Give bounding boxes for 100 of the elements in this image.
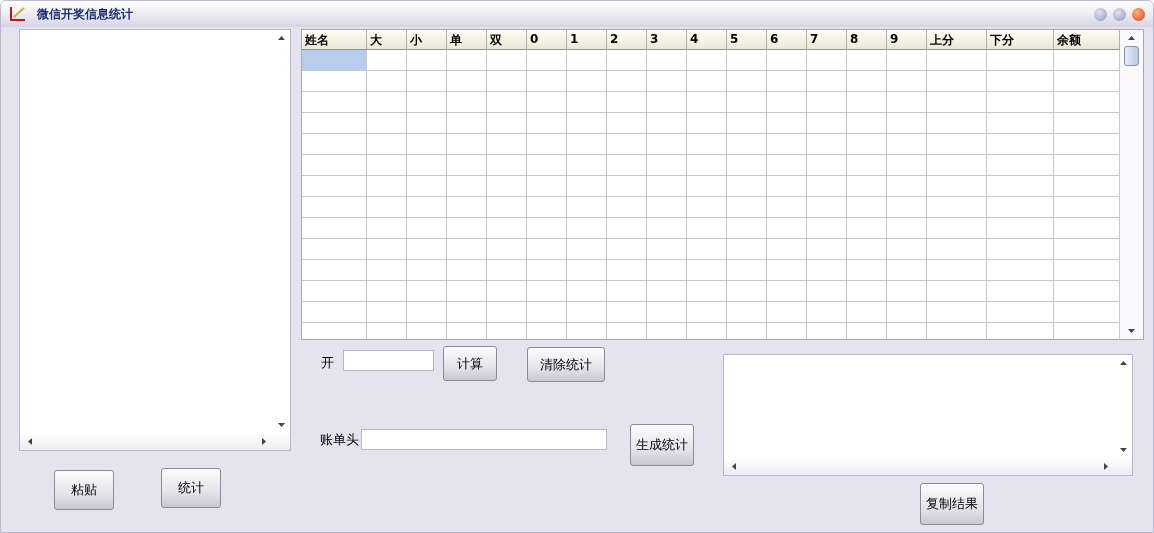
table-cell[interactable] <box>647 197 687 218</box>
table-cell[interactable] <box>567 239 607 260</box>
table-cell[interactable] <box>302 197 367 218</box>
table-cell[interactable] <box>447 302 487 323</box>
table-cell[interactable] <box>887 176 927 197</box>
table-cell[interactable] <box>407 239 447 260</box>
table-cell[interactable] <box>487 50 527 71</box>
table-cell[interactable] <box>647 50 687 71</box>
table-cell[interactable] <box>687 71 727 92</box>
table-cell[interactable] <box>447 113 487 134</box>
table-cell[interactable] <box>807 92 847 113</box>
table-cell[interactable] <box>567 155 607 176</box>
table-cell[interactable] <box>487 176 527 197</box>
table-cell[interactable] <box>767 155 807 176</box>
generate-stats-button[interactable]: 生成统计 <box>630 424 694 466</box>
table-cell[interactable] <box>727 155 767 176</box>
table-cell[interactable] <box>647 176 687 197</box>
table-cell[interactable] <box>887 113 927 134</box>
table-cell[interactable] <box>487 113 527 134</box>
table-cell[interactable] <box>567 218 607 239</box>
table-cell[interactable] <box>767 134 807 155</box>
table-cell[interactable] <box>887 50 927 71</box>
bill-header-input[interactable] <box>361 429 607 450</box>
table-cell[interactable] <box>987 218 1054 239</box>
table-cell[interactable] <box>847 71 887 92</box>
table-cell[interactable] <box>647 260 687 281</box>
table-cell[interactable] <box>367 176 407 197</box>
table-cell[interactable] <box>927 218 987 239</box>
table-cell[interactable] <box>302 134 367 155</box>
table-cell[interactable] <box>567 176 607 197</box>
table-cell[interactable] <box>647 239 687 260</box>
table-cell[interactable] <box>887 281 927 302</box>
table-cell[interactable] <box>647 281 687 302</box>
table-cell[interactable] <box>687 260 727 281</box>
table-cell[interactable] <box>727 197 767 218</box>
table-cell[interactable] <box>367 302 407 323</box>
table-cell[interactable] <box>367 239 407 260</box>
table-cell[interactable] <box>567 113 607 134</box>
table-cell[interactable] <box>727 71 767 92</box>
table-cell[interactable] <box>687 92 727 113</box>
table-cell[interactable] <box>367 260 407 281</box>
table-cell[interactable] <box>302 71 367 92</box>
table-cell[interactable] <box>302 302 367 323</box>
table-cell[interactable] <box>727 281 767 302</box>
column-header[interactable]: 8 <box>847 30 887 50</box>
table-cell[interactable] <box>767 92 807 113</box>
result-text-area[interactable] <box>723 354 1133 476</box>
table-cell[interactable] <box>887 260 927 281</box>
table-cell[interactable] <box>567 197 607 218</box>
column-header[interactable]: 9 <box>887 30 927 50</box>
table-cell[interactable] <box>487 260 527 281</box>
table-cell[interactable] <box>487 71 527 92</box>
table-cell[interactable] <box>447 134 487 155</box>
table-cell[interactable] <box>767 176 807 197</box>
table-cell[interactable] <box>767 260 807 281</box>
column-header[interactable]: 下分 <box>987 30 1054 50</box>
table-cell[interactable] <box>807 113 847 134</box>
table-cell[interactable] <box>767 281 807 302</box>
table-cell[interactable] <box>407 155 447 176</box>
table-cell[interactable] <box>987 260 1054 281</box>
table-cell[interactable] <box>487 134 527 155</box>
table-cell[interactable] <box>367 281 407 302</box>
table-cell[interactable] <box>407 134 447 155</box>
table-cell[interactable] <box>847 176 887 197</box>
table-cell[interactable] <box>987 239 1054 260</box>
table-cell[interactable] <box>647 113 687 134</box>
table-cell[interactable] <box>302 281 367 302</box>
table-cell[interactable] <box>807 218 847 239</box>
table-cell[interactable] <box>607 92 647 113</box>
table-cell[interactable] <box>727 218 767 239</box>
copy-result-button[interactable]: 复制结果 <box>920 483 984 525</box>
table-cell[interactable] <box>807 134 847 155</box>
table-cell[interactable] <box>987 176 1054 197</box>
table-cell[interactable] <box>687 281 727 302</box>
table-cell[interactable] <box>687 113 727 134</box>
table-cell[interactable] <box>527 50 567 71</box>
table-cell[interactable] <box>367 155 407 176</box>
table-cell[interactable] <box>527 239 567 260</box>
table-cell[interactable] <box>302 176 367 197</box>
table-cell[interactable] <box>927 71 987 92</box>
table-cell[interactable] <box>807 302 847 323</box>
table-cell[interactable] <box>407 176 447 197</box>
table-cell[interactable] <box>807 50 847 71</box>
column-header[interactable]: 1 <box>567 30 607 50</box>
table-cell[interactable] <box>647 218 687 239</box>
stats-button[interactable]: 统计 <box>161 468 221 508</box>
table-cell[interactable] <box>367 113 407 134</box>
table-cell[interactable] <box>302 260 367 281</box>
horizontal-scrollbar[interactable] <box>724 458 1132 475</box>
table-cell[interactable] <box>527 281 567 302</box>
close-button[interactable] <box>1132 7 1145 21</box>
table-cell[interactable] <box>927 176 987 197</box>
table-cell[interactable] <box>527 197 567 218</box>
table-cell[interactable] <box>987 155 1054 176</box>
table-cell[interactable] <box>987 302 1054 323</box>
table-cell[interactable] <box>767 302 807 323</box>
table-cell[interactable] <box>987 50 1054 71</box>
column-header[interactable]: 3 <box>647 30 687 50</box>
table-cell[interactable] <box>927 92 987 113</box>
table-cell[interactable] <box>847 281 887 302</box>
